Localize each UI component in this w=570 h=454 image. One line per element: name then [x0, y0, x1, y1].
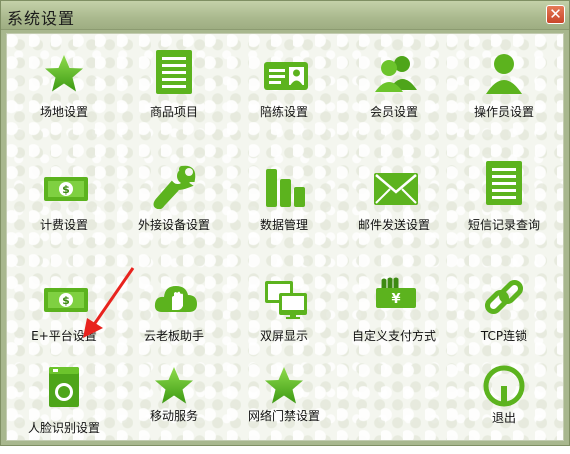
grid-item-label: 计费设置	[39, 218, 88, 232]
id-card-icon	[264, 62, 308, 90]
svg-text:$: $	[62, 294, 70, 307]
grid-item-label: 外接设备设置	[137, 218, 210, 232]
grid-item-network-access[interactable]: 网络门禁设置	[229, 354, 339, 454]
grid-item-billing-settings[interactable]: $ 计费设置	[9, 155, 119, 255]
grid-item-member-settings[interactable]: 会员设置	[339, 42, 449, 142]
grid-item-label: 移动服务	[149, 409, 198, 423]
dual-monitor-icon	[265, 281, 307, 319]
star-icon	[45, 55, 83, 92]
red-arrow-annotation	[83, 267, 135, 338]
grid-item-label: 退出	[491, 411, 516, 425]
grid-item-label: 商品项目	[149, 105, 198, 119]
grid-item-custom-payment[interactable]: ¥ 自定义支付方式	[339, 266, 449, 366]
mail-icon	[374, 173, 418, 205]
wrench-icon	[153, 165, 196, 209]
grid-item-label: 邮件发送设置	[357, 218, 430, 232]
star-icon	[265, 367, 303, 404]
bar-chart-icon	[266, 169, 305, 207]
grid-item-label: TCP连锁	[480, 329, 528, 343]
user-icon	[486, 54, 522, 94]
close-icon: ✕	[549, 5, 562, 23]
grid-item-products[interactable]: 商品项目	[119, 42, 229, 142]
dollar-bill-icon: $	[44, 177, 88, 201]
cloud-hand-icon	[154, 286, 197, 312]
grid-item-venue-settings[interactable]: 场地设置	[9, 42, 119, 142]
grid-item-label: 自定义支付方式	[352, 329, 437, 343]
document-icon	[156, 50, 192, 94]
grid-item-label: 人脸识别设置	[27, 421, 100, 435]
grid-item-data-management[interactable]: 数据管理	[229, 155, 339, 255]
grid-item-label: 场地设置	[39, 105, 88, 119]
grid-item-exit[interactable]: 退出	[449, 354, 559, 454]
grid-item-label: 短信记录查询	[467, 218, 540, 232]
svg-text:$: $	[62, 183, 70, 196]
grid-item-external-device[interactable]: 外接设备设置	[119, 155, 229, 255]
grid-item-operator-settings[interactable]: 操作员设置	[449, 42, 559, 142]
star-icon	[155, 367, 193, 404]
grid-item-mobile-service[interactable]: 移动服务	[119, 354, 229, 454]
grid-item-face-recognition[interactable]: 人脸识别设置	[9, 354, 119, 454]
settings-window: 系统设置 ✕ 场地设置 商品项目 陪练设置 会员设置 操作员设置 $ 计费设置 …	[0, 0, 570, 446]
document-icon	[486, 161, 522, 205]
svg-text:¥: ¥	[391, 292, 400, 307]
face-scanner-icon	[49, 367, 79, 407]
window-title: 系统设置	[7, 9, 76, 28]
cash-payment-icon: ¥	[376, 277, 416, 308]
grid-item-tcp-chain[interactable]: TCP连锁	[449, 266, 559, 366]
grid-item-dual-screen[interactable]: 双屏显示	[229, 266, 339, 366]
grid-item-label: 操作员设置	[473, 105, 534, 119]
grid-item-label: 数据管理	[259, 218, 308, 232]
close-button[interactable]: ✕	[546, 5, 565, 24]
settings-grid: 场地设置 商品项目 陪练设置 会员设置 操作员设置 $ 计费设置 外接设备设置 …	[6, 33, 564, 441]
title-bar[interactable]: 系统设置 ✕	[1, 1, 569, 30]
grid-item-mail-settings[interactable]: 邮件发送设置	[339, 155, 449, 255]
grid-item-label: 网络门禁设置	[247, 409, 320, 423]
grid-item-coach-settings[interactable]: 陪练设置	[229, 42, 339, 142]
power-icon	[483, 365, 525, 407]
grid-item-label: 陪练设置	[259, 105, 308, 119]
grid-item-sms-records[interactable]: 短信记录查询	[449, 155, 559, 255]
grid-item-label: 会员设置	[369, 105, 418, 119]
grid-item-label: 双屏显示	[259, 329, 308, 343]
chain-link-icon	[484, 279, 524, 315]
users-icon	[375, 56, 417, 92]
